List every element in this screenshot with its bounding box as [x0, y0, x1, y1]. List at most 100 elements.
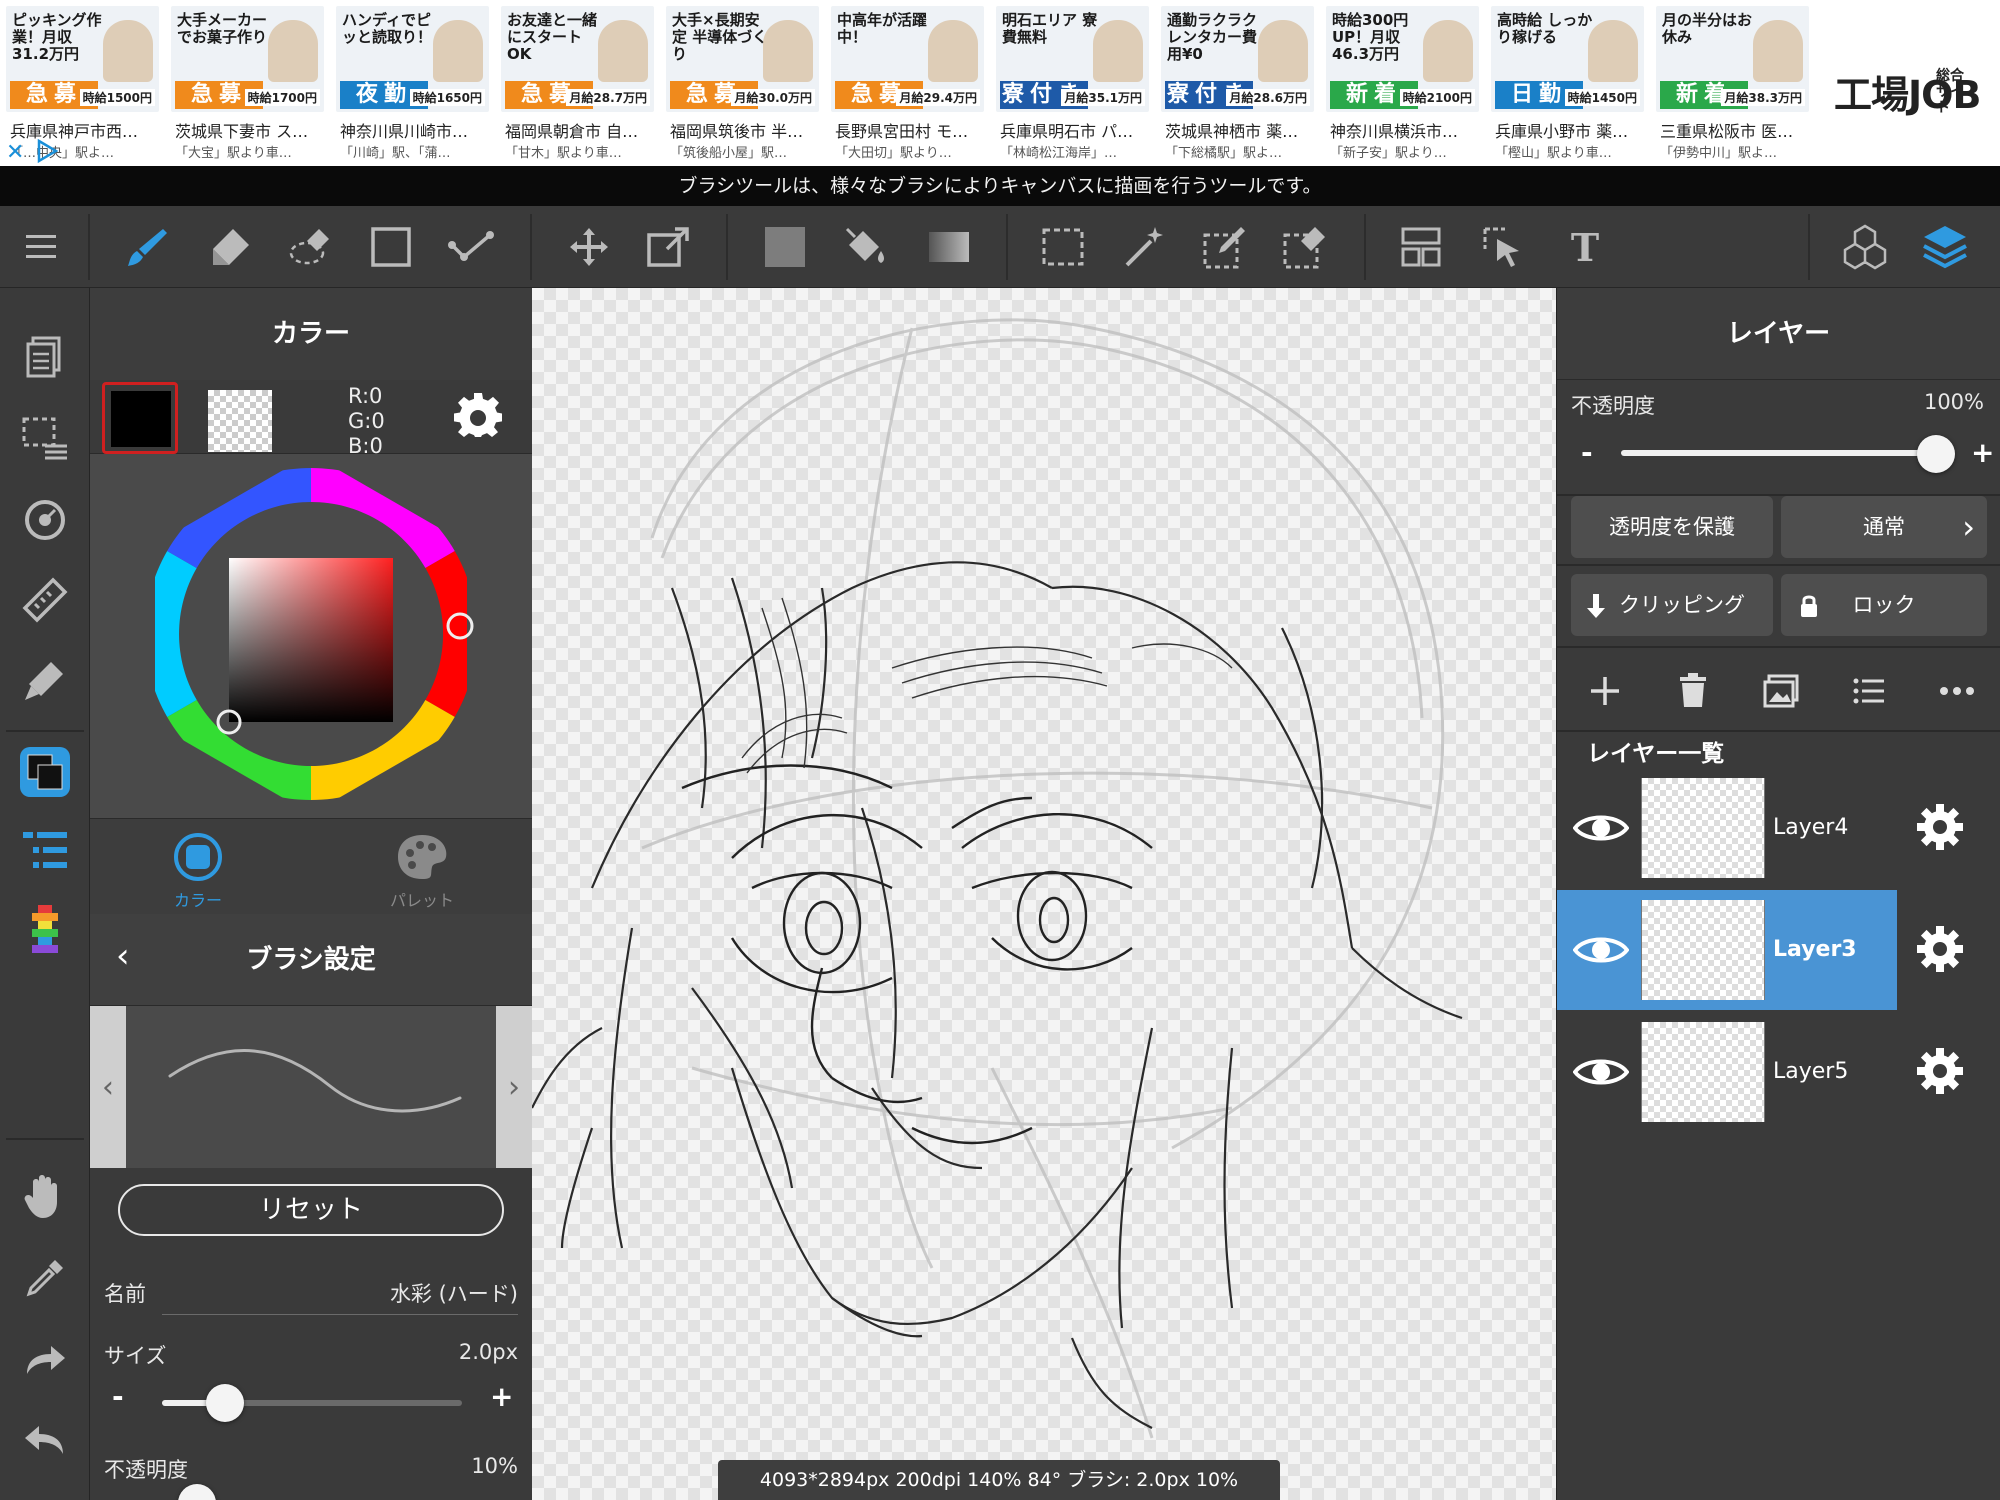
lock-button[interactable]: ロック [1781, 574, 1987, 636]
layer-settings-gear-icon[interactable] [1915, 1046, 1965, 1100]
layer-row[interactable]: Layer4 [1557, 768, 2000, 888]
color-swatch-icon[interactable] [13, 742, 77, 802]
gradient-tool-icon[interactable] [920, 218, 978, 276]
blend-mode-button[interactable]: 通常 › [1781, 496, 1987, 558]
hand-tool-icon[interactable] [13, 1166, 77, 1226]
ad-card[interactable]: 大手メーカーでお菓子作り 急募 時給1700円 茨城県下妻市 ス… 「大宝」駅より車… [169, 4, 326, 162]
move-tool-icon[interactable] [560, 218, 618, 276]
sub-color-swatch[interactable] [208, 390, 272, 452]
select-pen-icon[interactable] [1196, 218, 1254, 276]
transform-tool-icon[interactable] [640, 218, 698, 276]
ad-headline: 大手メーカーでお菓子作り [177, 11, 268, 46]
frame-divider-icon[interactable] [1392, 218, 1450, 276]
bucket-tool-icon[interactable] [836, 218, 894, 276]
fill-color-icon[interactable] [756, 218, 814, 276]
layer-name[interactable]: Layer4 [1773, 768, 1848, 888]
eraser-tool-icon[interactable] [200, 218, 258, 276]
ad-card[interactable]: ハンディでピッと読取り！ 夜勤 時給1650円 神奈川県川崎市… 「川崎」駅、「蒲… [334, 4, 491, 162]
layer-name[interactable]: Layer5 [1773, 1012, 1848, 1132]
drawing-canvas[interactable]: 4093*2894px 200dpi 140% 84° ブラシ: 2.0px 1… [532, 288, 1556, 1500]
lock-icon [1801, 595, 1817, 617]
select-eraser-icon[interactable] [1276, 218, 1334, 276]
layer-thumbnail[interactable] [1641, 1022, 1765, 1122]
layer-settings-gear-icon[interactable] [1915, 802, 1965, 856]
ad-logo[interactable]: 工場JOB 総合サイト [1818, 20, 1988, 150]
layer-row[interactable]: Layer3 [1557, 890, 2000, 1010]
size-slider[interactable] [162, 1384, 462, 1422]
color-set-icon[interactable] [13, 900, 77, 960]
layer-settings-gear-icon[interactable] [1915, 924, 1965, 978]
ad-card[interactable]: 高時給 しっかり稼げる 日勤 時給1450円 兵庫県小野市 薬… 「樫山」駅より車… [1489, 4, 1646, 162]
lasso-eraser-icon[interactable] [282, 218, 340, 276]
shape-tool-icon[interactable] [362, 218, 420, 276]
ad-card[interactable]: 大手×長期安定 半導体づくり 急募 月給30.0万円 福岡県筑後市 半… 「筑後船小屋」… [664, 4, 821, 162]
size-minus-button[interactable]: - [112, 1380, 124, 1413]
text-tool-icon[interactable]: T [1556, 218, 1614, 276]
next-brush-arrow-icon[interactable]: › [496, 1006, 532, 1168]
size-plus-button[interactable]: + [490, 1380, 513, 1413]
ad-card[interactable]: 月の半分はお休み 新着 月給38.3万円 三重県松阪市 医… 「伊勢中川」駅よ… [1654, 4, 1811, 162]
layer-image-icon[interactable] [1751, 654, 1811, 728]
redo-icon[interactable] [13, 1330, 77, 1390]
ad-wage: 時給1450円 [1564, 89, 1640, 106]
size-slider-thumb[interactable] [206, 1384, 244, 1422]
brush-list-icon[interactable] [13, 820, 77, 880]
add-layer-icon[interactable] [1575, 654, 1635, 728]
ad-location: 神奈川県横浜市… [1330, 122, 1459, 141]
ad-card[interactable]: 中高年が活躍中！ 急募 月給29.4万円 長野県宮田村 モ… 「大田切」駅より… [829, 4, 986, 162]
menu-icon[interactable] [12, 218, 70, 276]
layer-row[interactable]: Layer5 [1557, 1012, 2000, 1132]
ad-card[interactable]: ピッキング作業！月収31.2万円 急募 時給1500円 兵庫県神戸市西… 「…中央」駅よ… [4, 4, 161, 162]
prev-brush-arrow-icon[interactable]: ‹ [90, 1006, 126, 1168]
ad-image: 高時給 しっかり稼げる 日勤 時給1450円 [1491, 6, 1644, 112]
layer-opacity-plus-button[interactable]: + [1971, 436, 1994, 469]
ad-card[interactable]: お友達と一緒にスタートOK 急募 月給28.7万円 福岡県朝倉市 自… 「甘木」駅より車… [499, 4, 656, 162]
undo-icon[interactable] [13, 1410, 77, 1470]
selection-layer-icon[interactable] [13, 408, 77, 468]
tab-color[interactable]: カラー [98, 827, 298, 913]
rotate-canvas-icon[interactable] [13, 490, 77, 550]
visibility-eye-icon[interactable] [1569, 798, 1633, 858]
ad-station: 「川崎」駅、「蒲… [340, 146, 451, 161]
eyedropper-icon[interactable] [13, 1248, 77, 1308]
ad-card[interactable]: 時給300円UP！月収46.3万円 新着 時給2100円 神奈川県横浜市… 「新子安」駅… [1324, 4, 1481, 162]
layer-name[interactable]: Layer3 [1773, 890, 1857, 1010]
visibility-eye-icon[interactable] [1569, 920, 1633, 980]
ad-image: 中高年が活躍中！ 急募 月給29.4万円 [831, 6, 984, 112]
more-options-icon[interactable] [1927, 654, 1987, 728]
layers-toggle-icon[interactable] [1916, 218, 1974, 276]
visibility-eye-icon[interactable] [1569, 1042, 1633, 1102]
clipping-button[interactable]: クリッピング [1571, 574, 1773, 636]
color-settings-gear-icon[interactable] [454, 392, 502, 444]
polyline-tool-icon[interactable] [442, 218, 500, 276]
brush-tool-icon[interactable] [118, 218, 176, 276]
reset-button[interactable]: リセット [118, 1184, 504, 1236]
layer-thumbnail[interactable] [1641, 900, 1765, 1000]
brush-size-icon[interactable] [13, 650, 77, 710]
operation-tool-icon[interactable] [1474, 218, 1532, 276]
layer-opacity-thumb[interactable] [1917, 435, 1955, 473]
opacity-slider-thumb[interactable] [178, 1484, 216, 1500]
layer-thumbnail[interactable] [1641, 778, 1765, 878]
main-color-swatch[interactable] [102, 382, 178, 454]
ad-choices-icon[interactable] [34, 138, 60, 164]
layer-opacity-slider[interactable] [1621, 450, 1927, 456]
layer-list-menu-icon[interactable] [1839, 654, 1899, 728]
materials-icon[interactable] [1836, 218, 1894, 276]
ruler-icon[interactable] [13, 570, 77, 630]
delete-layer-icon[interactable] [1663, 654, 1723, 728]
ad-card[interactable]: 明石エリア 寮費無料 寮付き 月給35.1万円 兵庫県明石市 パ… 「林崎松江海岸」… [994, 4, 1151, 162]
layer-opacity-minus-button[interactable]: - [1581, 436, 1593, 469]
brush-name-value[interactable]: 水彩 (ハード) [390, 1278, 518, 1308]
ad-banner[interactable]: ピッキング作業！月収31.2万円 急募 時給1500円 兵庫県神戸市西… 「…中央」駅よ… [0, 0, 2000, 166]
pages-icon[interactable] [13, 328, 77, 388]
ad-close-icon[interactable]: ✕ [6, 140, 24, 165]
ad-card[interactable]: 通勤ラクラク レンタカー費用¥0 寮付き 月給28.6万円 茨城県神栖市 薬… 「下総橘… [1159, 4, 1316, 162]
protect-alpha-button[interactable]: 透明度を保護 [1571, 496, 1773, 558]
select-tool-icon[interactable] [1034, 218, 1092, 276]
back-chevron-icon[interactable]: ‹ [116, 936, 130, 976]
magic-wand-icon[interactable] [1116, 218, 1174, 276]
color-wheel[interactable] [90, 454, 532, 814]
ad-station: 「新子安」駅より… [1330, 146, 1447, 161]
tab-palette[interactable]: パレット [322, 827, 522, 913]
